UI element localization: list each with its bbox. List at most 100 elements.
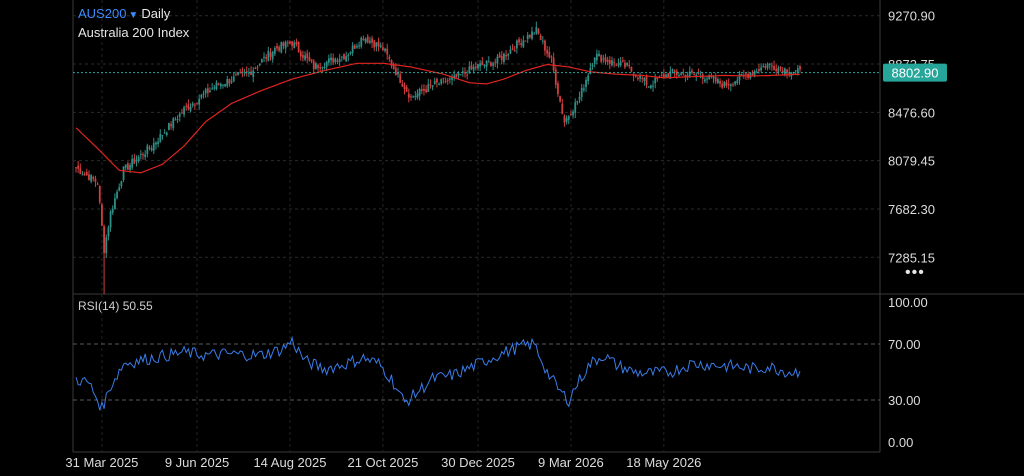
- candle-body: [652, 85, 654, 87]
- candle-body: [725, 82, 728, 86]
- candle-body: [340, 56, 343, 58]
- symbol-dropdown-icon[interactable]: ▼: [128, 10, 138, 21]
- candle-body: [595, 53, 598, 61]
- candle-body: [649, 85, 652, 89]
- candle-body: [539, 35, 542, 40]
- candle-body: [375, 42, 378, 47]
- candle-body: [122, 166, 125, 181]
- candle-body: [431, 85, 434, 88]
- candle-body: [414, 95, 417, 97]
- candle-body: [317, 65, 319, 69]
- candle-body: [721, 83, 724, 88]
- time-axis-label: 30 Dec 2025: [441, 455, 515, 470]
- candle-body: [77, 165, 80, 169]
- candle-body: [332, 57, 335, 63]
- candle-body: [148, 147, 151, 149]
- candle-body: [289, 41, 291, 44]
- candle-body: [129, 165, 131, 170]
- candle-body: [427, 84, 430, 93]
- candle-body: [79, 168, 82, 175]
- chart-area[interactable]: 9270.908873.758476.608079.457682.307285.…: [0, 0, 1024, 471]
- candle-body: [358, 45, 361, 47]
- candle-body: [131, 158, 134, 168]
- candle-body: [673, 70, 676, 73]
- candle-body: [327, 58, 330, 63]
- candle-body: [764, 66, 767, 68]
- candle-body: [598, 53, 600, 57]
- time-axis-label: 9 Jun 2025: [165, 455, 229, 470]
- moving-average-line: [75, 62, 801, 174]
- candle-body: [155, 142, 157, 145]
- candle-body: [600, 55, 603, 62]
- candle-body: [704, 79, 706, 82]
- candle-body: [487, 61, 490, 63]
- candle-body: [239, 72, 242, 74]
- candle-body: [611, 60, 613, 66]
- symbol-selector[interactable]: AUS200: [78, 6, 126, 21]
- candle-body: [265, 56, 268, 59]
- time-axis-label: 21 Oct 2025: [347, 455, 418, 470]
- candle-body: [98, 186, 101, 203]
- candle-body: [191, 103, 194, 106]
- more-options-icon[interactable]: •••: [905, 264, 925, 282]
- candle-body: [758, 69, 760, 71]
- candle-body: [144, 154, 147, 157]
- candle-body: [541, 40, 544, 42]
- candle-body: [617, 63, 620, 66]
- candle-body: [314, 63, 317, 69]
- candle-body: [308, 57, 311, 61]
- candle-body: [771, 65, 773, 67]
- candle-body: [200, 94, 203, 98]
- candle-body: [304, 55, 306, 60]
- candle-body: [751, 73, 754, 75]
- instrument-name: Australia 200 Index: [78, 25, 190, 40]
- candle-body: [116, 191, 118, 199]
- candle-body: [691, 70, 693, 73]
- candle-body: [312, 60, 315, 70]
- candle-body: [412, 96, 415, 98]
- candle-body: [109, 211, 112, 228]
- chart-legend: AUS200 ▼ Daily Australia 200 Index: [78, 5, 189, 41]
- candle-body: [520, 43, 523, 46]
- chart-canvas[interactable]: 9270.908873.758476.608079.457682.307285.…: [0, 0, 1024, 471]
- candle-body: [643, 77, 646, 81]
- candle-body: [552, 57, 555, 71]
- candle-body: [544, 40, 546, 51]
- candle-body: [196, 102, 198, 104]
- candle-body: [667, 73, 670, 78]
- candle-body: [470, 65, 473, 69]
- candle-body: [557, 83, 559, 95]
- candle-body: [260, 59, 263, 63]
- interval-label[interactable]: Daily: [141, 6, 170, 21]
- candle-body: [796, 68, 799, 73]
- candle-body: [526, 35, 529, 40]
- price-axis-label: 8079.45: [888, 154, 935, 169]
- candle-body: [654, 77, 657, 84]
- candle-body: [349, 51, 352, 54]
- candle-body: [364, 38, 367, 43]
- candle-body: [146, 145, 149, 154]
- candle-body: [384, 48, 386, 51]
- candle-body: [459, 74, 462, 76]
- candle-body: [204, 89, 207, 94]
- candle-body: [351, 45, 354, 53]
- candle-body: [732, 84, 734, 86]
- candle-body: [206, 88, 209, 94]
- rsi-axis-label: 100.00: [888, 295, 928, 310]
- candle-body: [626, 63, 629, 66]
- candle-body: [639, 75, 641, 79]
- candle-body: [630, 66, 633, 72]
- candle-body: [637, 77, 639, 80]
- candle-body: [388, 56, 391, 59]
- candle-body: [675, 71, 678, 75]
- candle-body: [111, 208, 114, 213]
- candle-body: [291, 41, 294, 46]
- candle-body: [237, 73, 239, 75]
- candle-body: [150, 148, 153, 151]
- last-price-value: 8802.90: [892, 66, 939, 81]
- candle-body: [189, 106, 192, 111]
- candle-body: [515, 40, 518, 49]
- candle-body: [466, 74, 469, 76]
- candle-body: [593, 57, 596, 64]
- candle-body: [228, 78, 231, 84]
